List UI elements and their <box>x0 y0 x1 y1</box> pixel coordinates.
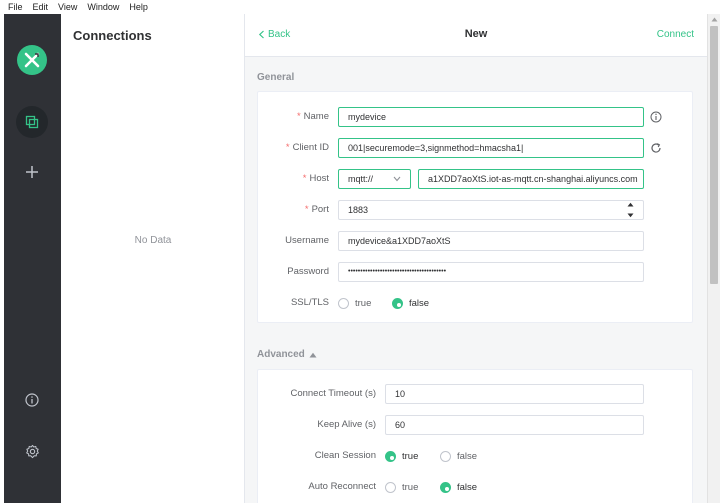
radio-on-icon <box>385 451 396 462</box>
caret-up-icon <box>309 352 317 357</box>
menu-file[interactable]: File <box>8 0 23 14</box>
clean-session-true-label: true <box>402 451 419 462</box>
auto-reconnect-true-label: true <box>402 482 419 493</box>
radio-off-icon <box>338 298 349 309</box>
radio-on-icon <box>392 298 403 309</box>
menu-view[interactable]: View <box>58 0 77 14</box>
port-value: 1883 <box>348 205 369 215</box>
general-card: * Name mydevice * Client ID 001|securemode… <box>257 91 693 323</box>
auto-reconnect-false-label: false <box>457 482 478 493</box>
plus-icon[interactable] <box>16 156 48 188</box>
connect-timeout-label: Connect Timeout (s) <box>290 388 376 399</box>
connect-button[interactable]: Connect <box>657 29 694 40</box>
port-stepper[interactable] <box>626 202 635 218</box>
scrollbar-thumb[interactable] <box>710 26 718 284</box>
app-sidebar <box>4 14 61 503</box>
form-header: Back New Connect <box>245 14 707 57</box>
host-label: * Host <box>302 173 329 184</box>
ssl-true-label: true <box>355 298 372 309</box>
radio-off-icon <box>440 451 451 462</box>
name-input[interactable]: mydevice <box>338 107 644 127</box>
host-input[interactable]: a1XDD7aoXtS.iot-as-mqtt.cn-shanghai.aliy… <box>418 169 644 189</box>
name-row: * Name mydevice <box>258 107 694 129</box>
ssl-true-radio[interactable]: true <box>338 298 371 309</box>
auto-reconnect-false-radio[interactable]: false <box>440 482 477 493</box>
menu-help[interactable]: Help <box>129 0 148 14</box>
name-label: * Name <box>296 111 329 122</box>
mqttx-logo-icon[interactable] <box>17 45 47 75</box>
port-label: * Port <box>304 204 329 215</box>
empty-state: No Data <box>134 235 172 246</box>
keep-alive-row: Keep Alive (s) 60 <box>258 415 694 437</box>
general-section-title: General <box>257 72 295 83</box>
port-input[interactable]: 1883 <box>338 200 644 220</box>
client-id-label: * Client ID <box>285 142 329 153</box>
auto-reconnect-row: Auto Reconnect true false <box>258 477 694 499</box>
refresh-icon[interactable] <box>650 142 662 154</box>
advanced-toggle[interactable]: Advanced <box>257 349 317 360</box>
port-row: * Port 1883 <box>258 200 694 222</box>
info-icon[interactable] <box>650 111 662 123</box>
keep-alive-label: Keep Alive (s) <box>317 419 376 430</box>
ssl-false-radio[interactable]: false <box>392 298 429 309</box>
clean-session-false-radio[interactable]: false <box>440 451 477 462</box>
auto-reconnect-true-radio[interactable]: true <box>385 482 418 493</box>
gear-icon[interactable] <box>16 435 48 467</box>
username-input[interactable]: mydevice&a1XDD7aoXtS <box>338 231 644 251</box>
host-row: * Host mqtt:// a1XDD7aoXtS.iot-as-mqtt.cn… <box>258 169 694 191</box>
ssl-false-label: false <box>409 298 430 309</box>
password-row: Password •••••••••••••••••••••••••••••••… <box>258 262 694 284</box>
clean-session-true-radio[interactable]: true <box>385 451 418 462</box>
connect-timeout-row: Connect Timeout (s) 10 <box>258 384 694 406</box>
caret-down-icon[interactable] <box>627 213 634 218</box>
menu-bar: File Edit View Window Help <box>0 0 720 14</box>
auto-reconnect-label: Auto Reconnect <box>308 481 376 492</box>
username-row: Username mydevice&a1XDD7aoXtS <box>258 231 694 253</box>
ssl-label: SSL/TLS <box>290 297 329 308</box>
protocol-value: mqtt:// <box>348 174 374 184</box>
clean-session-row: Clean Session true false <box>258 446 694 468</box>
connections-panel: Connections No Data <box>61 14 245 503</box>
menu-edit[interactable]: Edit <box>33 0 49 14</box>
client-id-input[interactable]: 001|securemode=3,signmethod=hmacsha1| <box>338 138 644 158</box>
clean-session-label: Clean Session <box>314 450 376 461</box>
page-title: New <box>464 28 488 40</box>
client-id-row: * Client ID 001|securemode=3,signmethod=h… <box>258 138 694 160</box>
password-label: Password <box>287 266 329 277</box>
new-connection-view: Back New Connect General * Name mydevice … <box>245 14 707 503</box>
connect-timeout-input[interactable]: 10 <box>385 384 644 404</box>
advanced-section-title: Advanced <box>257 349 305 360</box>
radio-on-icon <box>440 482 451 493</box>
scroll-up-icon[interactable] <box>711 16 718 23</box>
vertical-scrollbar[interactable] <box>707 14 720 503</box>
advanced-card: Connect Timeout (s) 10 Keep Alive (s) 60… <box>257 369 693 503</box>
caret-up-icon[interactable] <box>627 202 634 207</box>
connections-icon[interactable] <box>16 106 48 138</box>
info-icon[interactable] <box>16 384 48 416</box>
ssl-row: SSL/TLS true false <box>258 293 694 315</box>
clean-session-false-label: false <box>457 451 478 462</box>
protocol-select[interactable]: mqtt:// <box>338 169 411 189</box>
connections-title: Connections <box>73 28 152 43</box>
username-label: Username <box>285 235 329 246</box>
keep-alive-input[interactable]: 60 <box>385 415 644 435</box>
radio-off-icon <box>385 482 396 493</box>
password-input[interactable]: •••••••••••••••••••••••••••••••••••••••• <box>338 262 644 282</box>
chevron-down-icon <box>393 176 401 182</box>
menu-window[interactable]: Window <box>87 0 119 14</box>
